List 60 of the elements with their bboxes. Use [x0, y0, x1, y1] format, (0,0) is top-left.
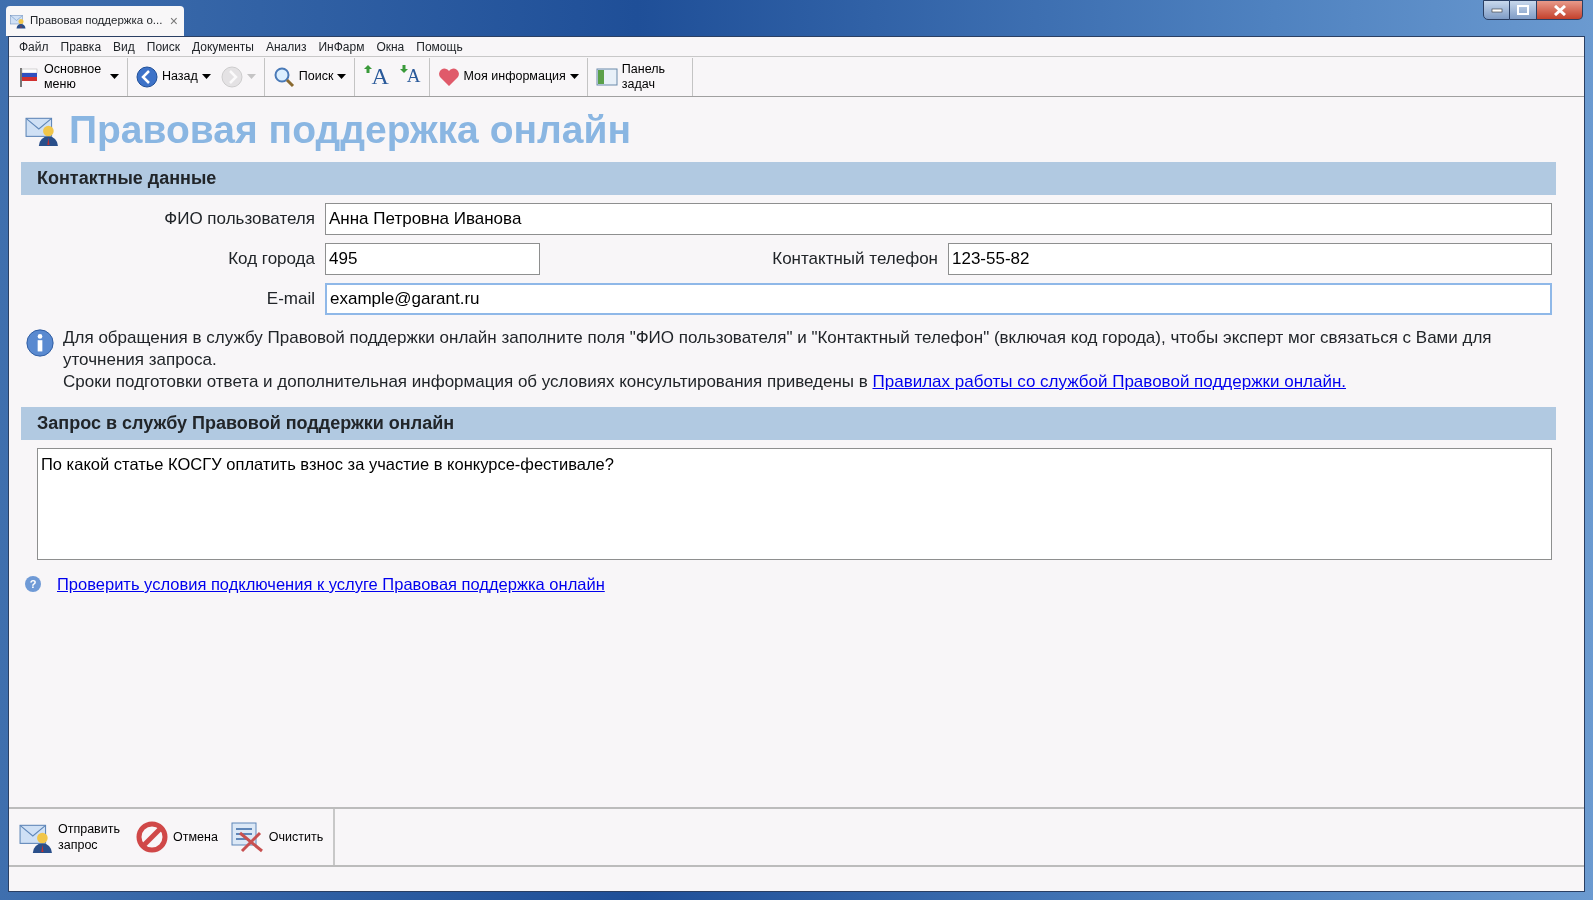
field-label: Код города: [227, 248, 315, 271]
menu-item[interactable]: Правка: [54, 37, 108, 56]
toolbar-button[interactable]: Основное меню: [13, 57, 124, 96]
toolbar-button[interactable]: Назад: [131, 57, 216, 96]
field-label: Контактный телефон: [771, 248, 938, 271]
envelope-person-icon: [10, 13, 26, 30]
request-textarea[interactable]: По какой статье КОСГУ оплатить взнос за участие в конкурсе-фестивале?: [37, 448, 1552, 561]
input-field[interactable]: 495: [325, 242, 540, 275]
check-conditions-link[interactable]: Проверить условия подключения к услуге Правовая поддержка онлайн: [57, 572, 605, 597]
up-arrow-icon: [363, 63, 374, 74]
menu-item[interactable]: Документы: [186, 37, 260, 56]
toolbar-button[interactable]: Поиск: [267, 57, 352, 96]
toolbar-icon-button[interactable]: A: [393, 57, 426, 96]
tab-close-button[interactable]: ×: [169, 14, 178, 28]
input-field[interactable]: Анна Петровна Иванова: [325, 202, 1552, 235]
caret-icon: [201, 74, 211, 79]
caret-icon: [246, 74, 256, 79]
caret-icon: [110, 74, 119, 79]
page-title: Правовая поддержка онлайн: [69, 107, 631, 153]
menu-item[interactable]: Помощь: [410, 37, 469, 56]
menu-item[interactable]: ИнФарм: [312, 37, 371, 56]
rules-link[interactable]: Правилах работы со службой Правовой поддержки онлайн.: [872, 372, 1346, 391]
input-field[interactable]: example@garant.ru: [325, 282, 1552, 315]
flag-icon: [18, 65, 40, 88]
info-text: Для обращения в службу Правовой поддержки онлайн заполните поля "ФИО пользователя" и "Контактный телефон" (включая код города), чтобы эксперт мог связаться с Вами для уточнения запроса.: [63, 326, 1493, 371]
close-icon: [1552, 4, 1567, 16]
search-icon: [272, 65, 295, 88]
minimize-icon: [1490, 7, 1503, 13]
section-header: Запрос в службу Правовой поддержки онлайн: [21, 407, 1556, 441]
input-field[interactable]: 123-55-82: [948, 242, 1552, 275]
maximize-button[interactable]: [1510, 0, 1537, 20]
action-button[interactable]: Отмена: [132, 821, 222, 853]
info-note: Сроки подготовки ответа и дополнительная информация об условиях консультирования приведены в Правилах работы со службой Правовой поддержки онлайн.: [63, 371, 1347, 393]
help-icon: ?: [25, 576, 41, 593]
heart-icon: [437, 66, 460, 87]
prohibited-icon: [136, 821, 168, 853]
section-header: Контактные данные: [21, 161, 1556, 195]
toolbar-icon-button[interactable]: A: [358, 57, 394, 96]
caret-icon: [569, 74, 579, 79]
menu-item[interactable]: Файл: [13, 37, 55, 56]
close-button[interactable]: [1537, 0, 1583, 20]
action-button[interactable]: Очистить: [225, 821, 328, 853]
panel-icon: [595, 66, 618, 87]
window-tab[interactable]: Правовая поддержка о... ×: [6, 6, 184, 36]
caret-icon: [337, 74, 347, 79]
minimize-button[interactable]: [1483, 0, 1510, 20]
menu-item[interactable]: Поиск: [140, 37, 187, 56]
toolbar-button[interactable]: Моя информация: [432, 57, 584, 96]
field-label: ФИО пользователя: [163, 208, 315, 231]
menu-item[interactable]: Анализ: [259, 37, 313, 56]
clear-form-icon: [229, 821, 264, 853]
menu-item[interactable]: Вид: [107, 37, 141, 56]
field-label: E-mail: [265, 288, 315, 311]
maximize-icon: [1517, 5, 1529, 15]
action-button[interactable]: Отправить запрос: [15, 820, 128, 854]
tab-title: Правовая поддержка о...: [30, 13, 164, 29]
down-arrow-icon: [398, 63, 409, 74]
toolbar-button[interactable]: Панель задач: [590, 57, 689, 96]
menu-item[interactable]: Окна: [370, 37, 411, 56]
info-icon: [25, 326, 55, 359]
